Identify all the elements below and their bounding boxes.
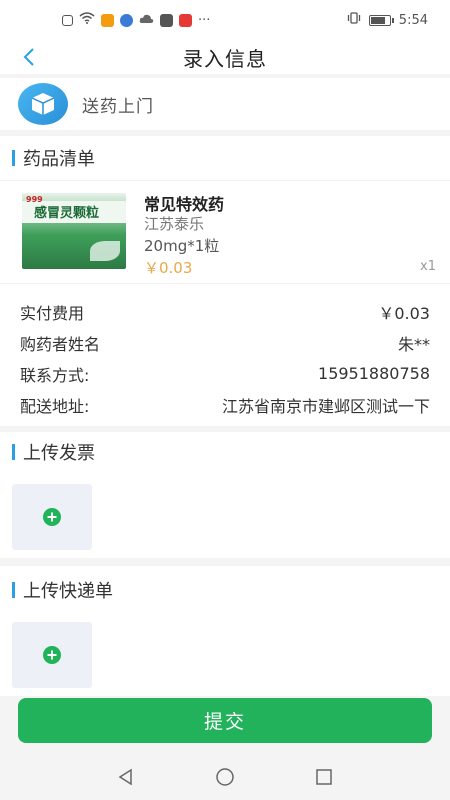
home-nav-button[interactable]	[215, 767, 235, 791]
submit-button[interactable]: 提交	[18, 698, 432, 743]
drug-package-image: 999 感冒灵颗粒	[22, 193, 126, 269]
browser-app-icon	[120, 13, 133, 27]
section-header-drug-list: 药品清单	[0, 136, 450, 180]
vibrate-icon	[347, 12, 361, 28]
drug-list-section: 药品清单 999 感冒灵颗粒 常见特效药 江苏泰乐 20mg*1粒 ￥0.03 …	[0, 136, 450, 426]
upload-invoice-button[interactable]	[12, 484, 92, 550]
square-recents-icon	[316, 769, 332, 785]
section-header-invoice: 上传发票	[0, 432, 450, 472]
alert-icon	[62, 14, 73, 26]
package-text: 感冒灵颗粒	[34, 206, 100, 221]
info-value: 江苏省南京市建邺区测试一下	[221, 396, 430, 416]
info-row-contact: 联系方式: 15951880758	[0, 358, 450, 389]
recents-nav-button[interactable]	[315, 768, 333, 790]
package-box-icon	[18, 83, 68, 125]
drug-maker: 江苏泰乐	[144, 215, 205, 233]
info-value: ￥0.03	[378, 303, 430, 323]
drug-name: 常见特效药	[144, 195, 225, 214]
delivery-label: 送药上门	[82, 96, 154, 117]
info-row-payment: 实付费用 ￥0.03	[0, 296, 450, 327]
info-label: 购药者姓名	[20, 334, 101, 354]
battery-icon	[368, 14, 394, 26]
red-app-icon	[179, 13, 192, 27]
drug-spec: 20mg*1粒	[144, 237, 220, 255]
notification-icons: ···	[62, 12, 210, 28]
drug-price: ￥0.03	[144, 259, 193, 277]
info-label: 实付费用	[20, 303, 85, 323]
info-label: 配送地址:	[20, 396, 90, 416]
drug-quantity: x1	[420, 259, 436, 274]
info-app-icon	[160, 13, 173, 27]
upload-express-button[interactable]	[12, 622, 92, 688]
wifi-icon	[79, 12, 95, 28]
info-row-address: 配送地址: 江苏省南京市建邺区测试一下	[0, 389, 450, 420]
cloud-icon	[139, 13, 154, 28]
triangle-back-icon	[118, 768, 132, 786]
section-title: 上传快递单	[23, 581, 113, 602]
section-header-express: 上传快递单	[0, 566, 450, 614]
system-status: 5:54	[347, 12, 428, 28]
circle-home-icon	[216, 768, 234, 786]
plus-icon	[43, 508, 61, 526]
nav-bar: 录入信息	[0, 40, 450, 74]
section-accent-bar	[12, 150, 15, 166]
more-notifications: ···	[198, 12, 211, 28]
upload-invoice-section: 上传发票	[0, 432, 450, 558]
back-button[interactable]	[14, 42, 44, 72]
info-label: 联系方式:	[20, 365, 90, 385]
delivery-option[interactable]: 送药上门	[0, 78, 450, 130]
back-nav-button[interactable]	[117, 768, 135, 790]
section-title: 上传发票	[23, 443, 95, 464]
info-row-buyer: 购药者姓名 朱**	[0, 327, 450, 358]
list-item[interactable]: 999 感冒灵颗粒 常见特效药 江苏泰乐 20mg*1粒 ￥0.03 x1	[0, 180, 450, 284]
info-value: 15951880758	[318, 364, 430, 383]
clock: 5:54	[398, 12, 428, 28]
section-accent-bar	[12, 582, 15, 598]
chevron-left-icon	[23, 48, 34, 66]
page-title: 录入信息	[183, 46, 267, 71]
info-value: 朱**	[397, 334, 430, 354]
system-nav-bar	[0, 758, 450, 800]
section-accent-bar	[12, 444, 15, 460]
status-bar: ··· 5:54	[0, 0, 450, 40]
section-title: 药品清单	[23, 149, 95, 170]
plus-icon	[43, 646, 61, 664]
upload-express-section: 上传快递单	[0, 566, 450, 696]
video-app-icon	[101, 13, 114, 27]
order-info: 实付费用 ￥0.03 购药者姓名 朱** 联系方式: 15951880758 配…	[0, 284, 450, 420]
